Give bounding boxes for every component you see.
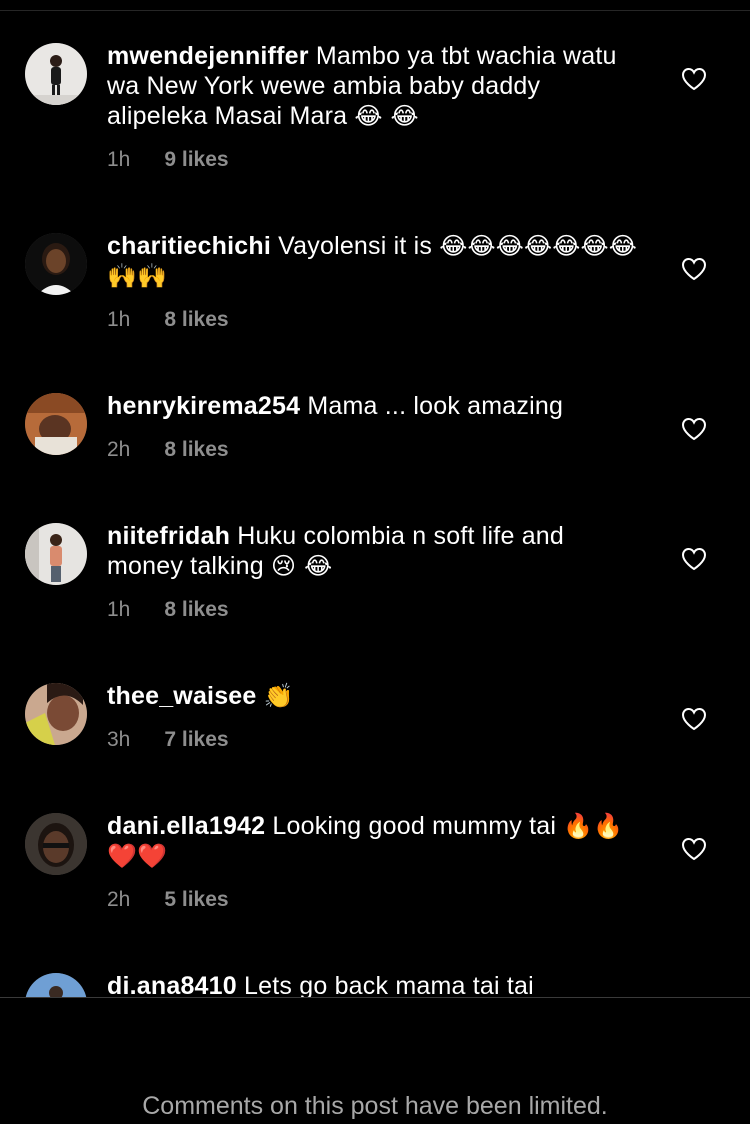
- comment-username[interactable]: niitefridah: [107, 522, 230, 550]
- comment-username[interactable]: henrykirema254: [107, 392, 300, 420]
- heart-icon[interactable]: [681, 547, 707, 571]
- comment-meta: 3h 7 likes: [107, 728, 229, 752]
- comment-list[interactable]: mwendejenniffer Mambo ya tbt wachia watu…: [0, 0, 750, 997]
- heart-icon[interactable]: [681, 417, 707, 441]
- comment-username[interactable]: di.ana8410: [107, 972, 237, 997]
- comment-body: Vayolensi it is: [278, 232, 433, 260]
- comment-text: niitefridah Huku colombia n soft life an…: [107, 521, 647, 581]
- comment-time: 2h: [107, 888, 131, 911]
- comment-likes[interactable]: 8 likes: [164, 598, 228, 622]
- comment-emoji: 😂 😂: [354, 102, 419, 130]
- comment-emoji: 👏: [263, 682, 294, 710]
- comment-meta: 2h 8 likes: [107, 438, 229, 462]
- comment-time: 1h: [107, 148, 131, 171]
- avatar[interactable]: [25, 683, 87, 745]
- comment-time: 2h: [107, 438, 131, 461]
- comment-likes[interactable]: 8 likes: [164, 438, 228, 462]
- comment-username[interactable]: charitiechichi: [107, 232, 271, 260]
- avatar-image: [25, 973, 87, 997]
- comment-text: henrykirema254 Mama ... look amazing: [107, 391, 647, 421]
- comment-meta: 1h 8 likes: [107, 598, 229, 622]
- comment-body: Mama ... look amazing: [307, 392, 564, 420]
- avatar[interactable]: [25, 813, 87, 875]
- avatar[interactable]: [25, 393, 87, 455]
- comment-time: 1h: [107, 598, 131, 621]
- avatar-image: [25, 233, 87, 295]
- comment-meta: 1h 8 likes: [107, 308, 229, 332]
- comment-text: dani.ella1942 Looking good mummy tai 🔥🔥❤…: [107, 811, 647, 871]
- comment-likes[interactable]: 5 likes: [164, 888, 228, 912]
- heart-icon[interactable]: [681, 257, 707, 281]
- comment-likes[interactable]: 9 likes: [164, 148, 228, 172]
- avatar[interactable]: [25, 233, 87, 295]
- heart-icon[interactable]: [681, 67, 707, 91]
- comment-text: di.ana8410 Lets go back mama tai tai: [107, 971, 647, 997]
- comment-emoji: 😢 😂: [271, 552, 333, 580]
- avatar-image: [25, 683, 87, 745]
- comment-username[interactable]: mwendejenniffer: [107, 42, 309, 70]
- comment-text: mwendejenniffer Mambo ya tbt wachia watu…: [107, 41, 647, 131]
- comments-limited-notice: Comments on this post have been limited.: [142, 1092, 608, 1120]
- comment-likes[interactable]: 7 likes: [164, 728, 228, 752]
- comment-meta: 1h 9 likes: [107, 148, 229, 172]
- avatar[interactable]: [25, 523, 87, 585]
- comment-text: thee_waisee 👏: [107, 681, 647, 711]
- comment-meta: 2h 5 likes: [107, 888, 229, 912]
- comment-time: 1h: [107, 308, 131, 331]
- avatar-image: [25, 523, 87, 585]
- comment-username[interactable]: dani.ella1942: [107, 812, 265, 840]
- avatar-image: [25, 813, 87, 875]
- comment-username[interactable]: thee_waisee: [107, 682, 257, 710]
- footer-divider: [0, 997, 750, 998]
- avatar-image: [25, 43, 87, 105]
- avatar-image: [25, 393, 87, 455]
- comment-time: 3h: [107, 728, 131, 751]
- avatar[interactable]: [25, 43, 87, 105]
- comment-text: charitiechichi Vayolensi it is 😂😂😂😂😂😂😂🙌🙌: [107, 231, 647, 291]
- heart-icon[interactable]: [681, 707, 707, 731]
- comment-likes[interactable]: 8 likes: [164, 308, 228, 332]
- comment-body: Looking good mummy tai: [272, 812, 557, 840]
- avatar[interactable]: [25, 973, 87, 997]
- heart-icon[interactable]: [681, 837, 707, 861]
- comment-body: Lets go back mama tai tai: [244, 972, 534, 997]
